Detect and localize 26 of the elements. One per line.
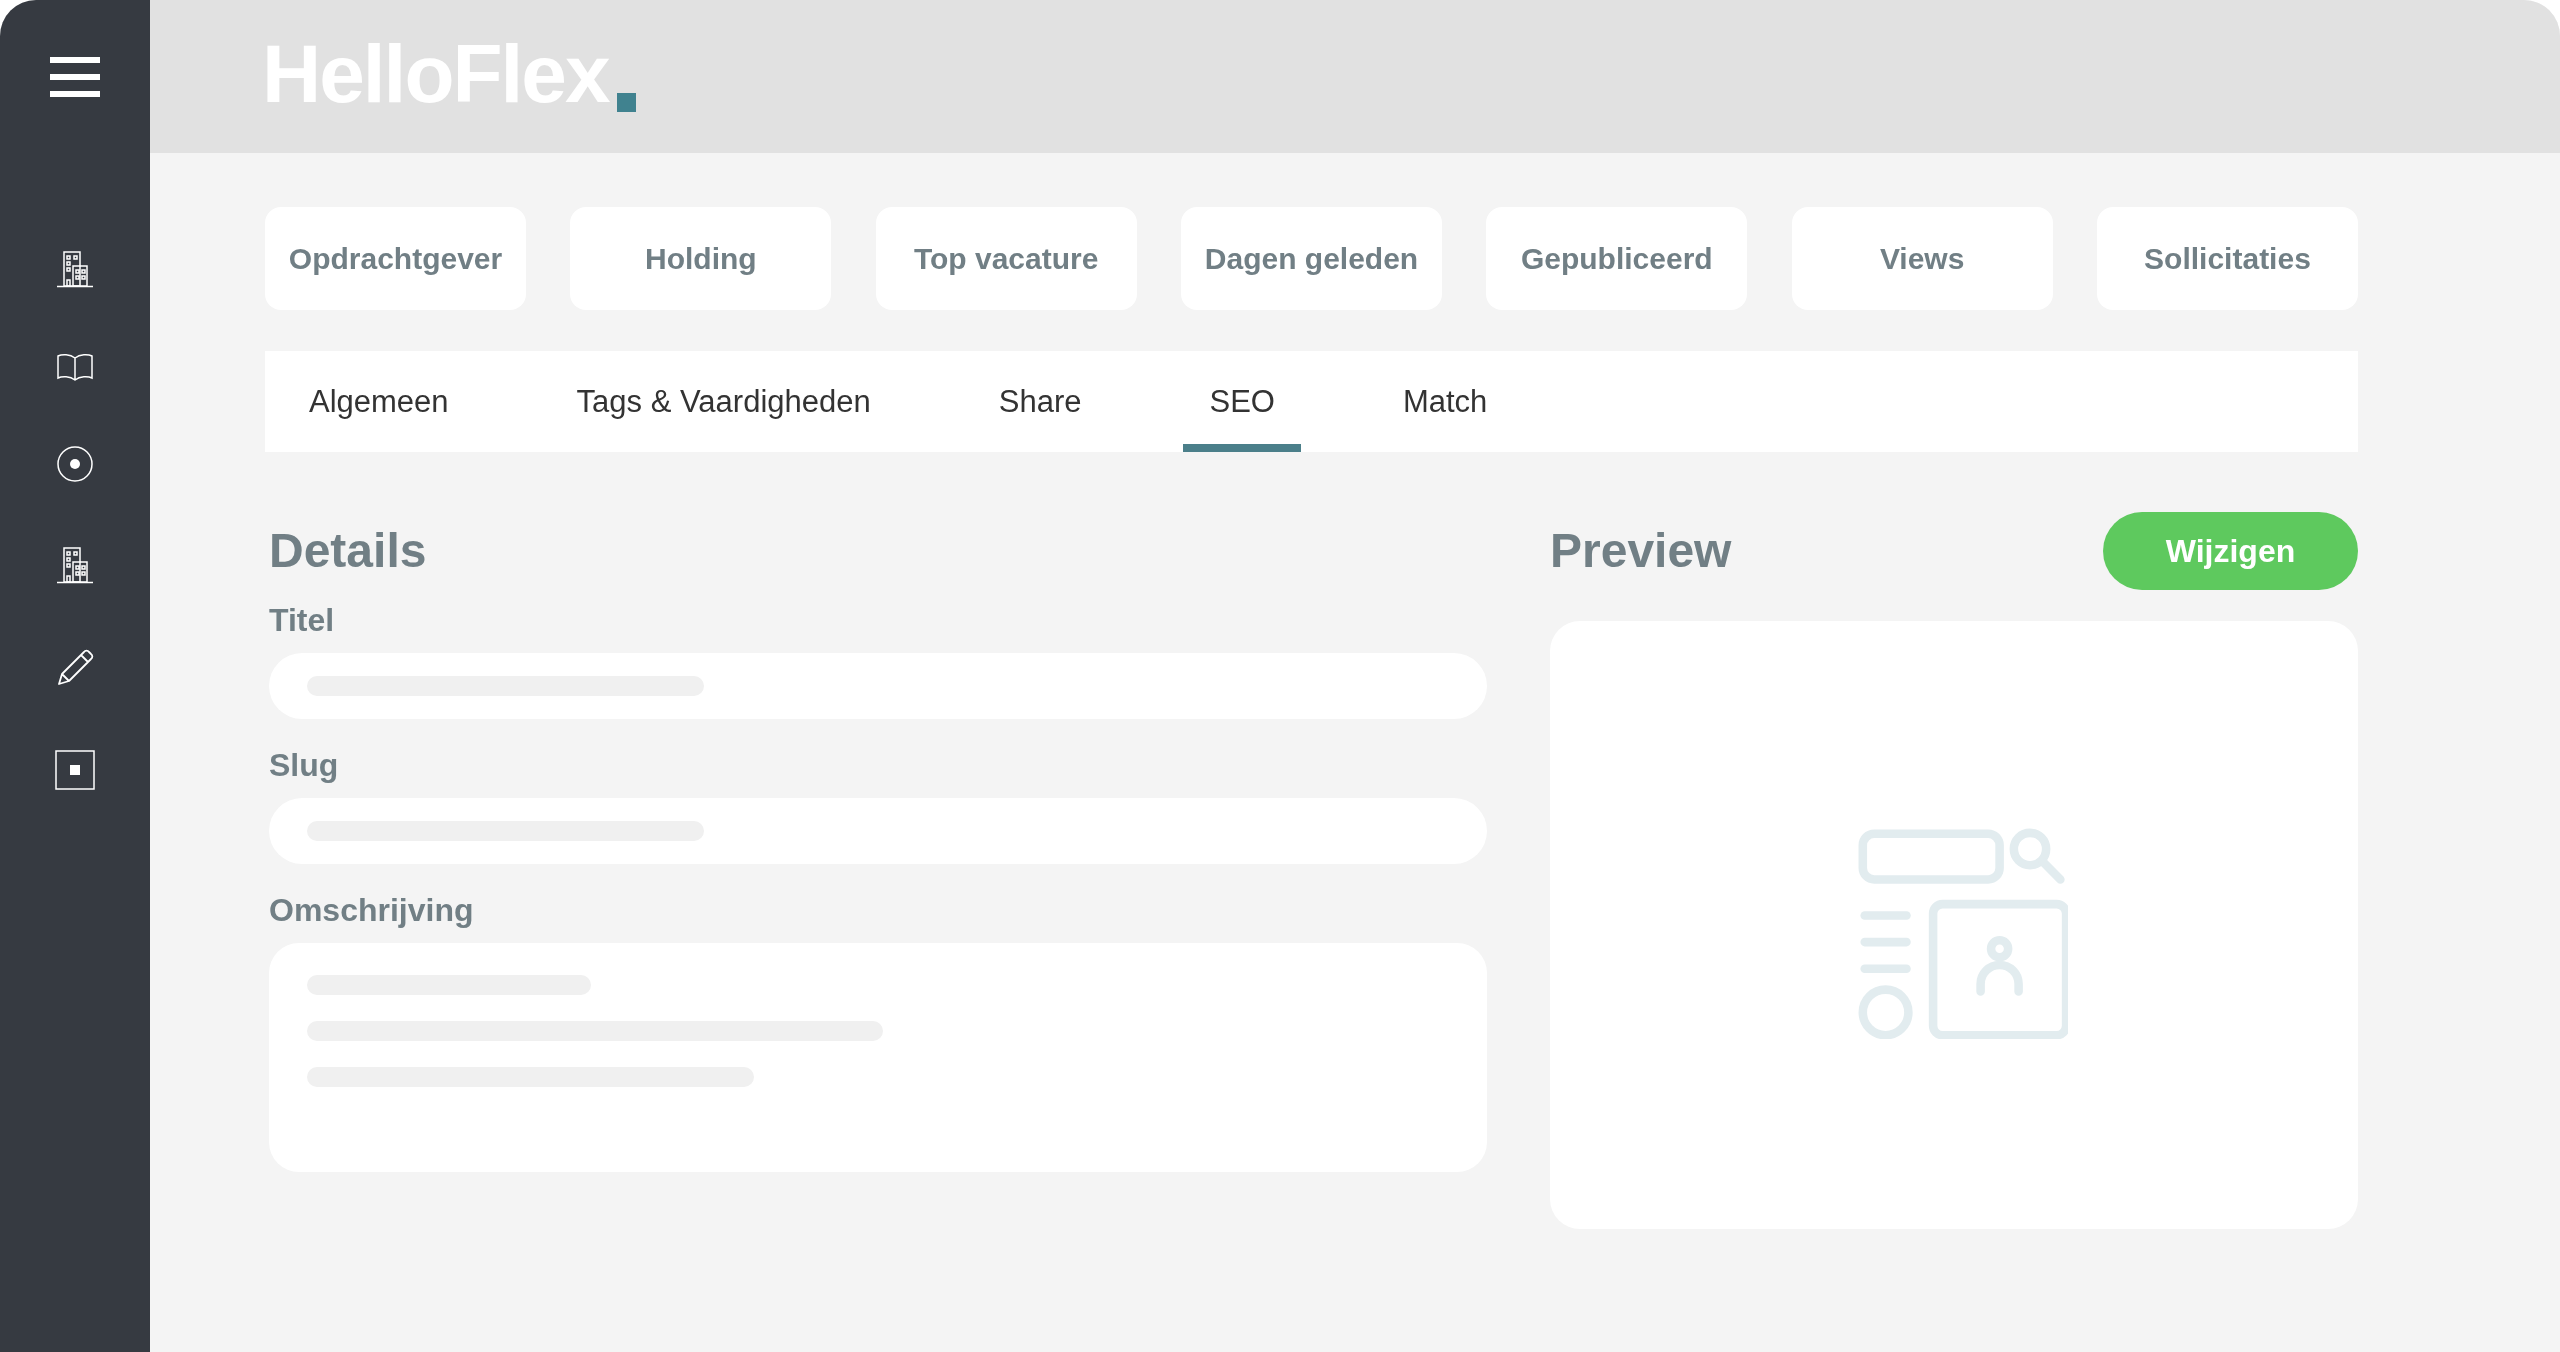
section-title: Preview: [1550, 523, 1732, 579]
logo-square-icon: [616, 93, 636, 112]
stop-icon[interactable]: [55, 750, 95, 790]
building-icon[interactable]: [55, 250, 95, 290]
book-icon[interactable]: [55, 352, 95, 382]
menu-icon[interactable]: [50, 57, 100, 97]
tab[interactable]: SEO: [1183, 351, 1301, 452]
tab[interactable]: Match: [1402, 351, 1488, 452]
building-icon[interactable]: [55, 546, 95, 586]
tab[interactable]: Algemeen: [309, 351, 449, 452]
pencil-icon[interactable]: [55, 648, 95, 688]
field-label: Slug: [269, 747, 340, 784]
field-label: Titel: [269, 602, 336, 639]
filter-button[interactable]: Views: [1791, 207, 2053, 310]
field-label: Omschrijving: [269, 892, 475, 929]
filter-button[interactable]: Top vacature: [875, 207, 1137, 310]
tab[interactable]: Tags & Vaardigheden: [576, 351, 871, 452]
filter-button[interactable]: Holding: [570, 207, 832, 310]
filter-button[interactable]: Gepubliceerd: [1486, 207, 1748, 310]
section-title: Details: [269, 523, 428, 579]
filter-button[interactable]: Sollicitaties: [2096, 207, 2358, 310]
filter-button[interactable]: Opdrachtgever: [265, 207, 526, 310]
tab[interactable]: Share: [998, 351, 1082, 452]
edit-button[interactable]: Wijzigen: [2103, 512, 2358, 590]
filter-button[interactable]: Dagen geleden: [1181, 207, 1442, 310]
radio-icon[interactable]: [55, 444, 95, 484]
